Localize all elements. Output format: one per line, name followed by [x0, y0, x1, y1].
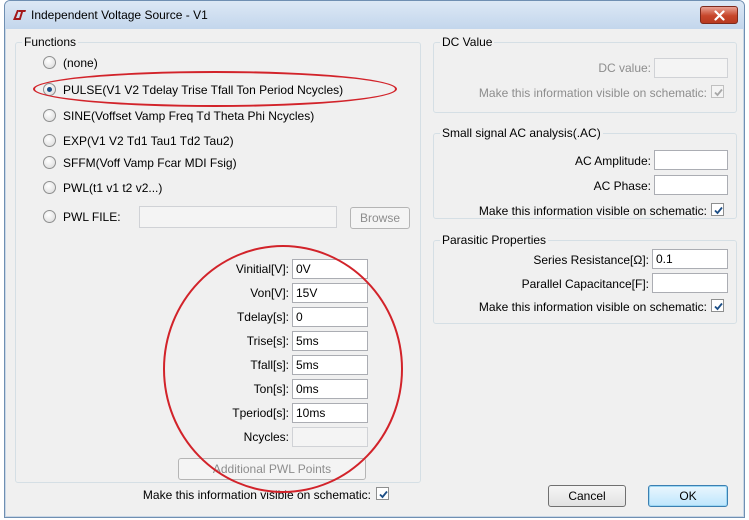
radio-button[interactable] [43, 134, 56, 147]
functions-visible-label: Make this information visible on schemat… [142, 488, 371, 502]
radio-exp[interactable]: EXP(V1 V2 Td1 Tau1 Td2 Tau2) [43, 132, 234, 149]
dialog-body: Functions (none) PULSE(V1 V2 Tdelay Tris… [13, 31, 738, 513]
checkmark-icon [379, 490, 388, 499]
dc-value-legend: DC Value [442, 35, 493, 49]
parasitic-properties-legend: Parasitic Properties [442, 233, 547, 247]
parallel-capacitance-label: Parallel Capacitance[F]: [521, 277, 649, 291]
param-input-tperiod[interactable]: 10ms [292, 403, 368, 423]
radio-button[interactable] [43, 109, 56, 122]
dc-value-label: DC value: [598, 61, 651, 75]
browse-button[interactable]: Browse [350, 207, 410, 229]
param-label-trise: Trise[s]: [246, 334, 289, 348]
radio-sffm[interactable]: SFFM(Voff Vamp Fcar MDI Fsig) [43, 154, 237, 171]
dc-visible-label: Make this information visible on schemat… [478, 86, 707, 100]
radio-pwl[interactable]: PWL(t1 v1 t2 v2...) [43, 179, 162, 196]
ltspice-logo-icon [11, 7, 27, 23]
dc-value-input[interactable] [654, 58, 728, 78]
series-resistance-input[interactable]: 0.1 [652, 249, 728, 269]
param-input-von[interactable]: 15V [292, 283, 368, 303]
pwl-file-input[interactable] [139, 206, 337, 228]
parasitic-visible-label: Make this information visible on schemat… [478, 300, 707, 314]
dialog-window: Independent Voltage Source - V1 Function… [4, 0, 745, 518]
radio-label: (none) [63, 55, 98, 70]
radio-label: EXP(V1 V2 Td1 Tau1 Td2 Tau2) [63, 133, 234, 148]
ac-visible-checkbox[interactable] [711, 203, 724, 216]
radio-button[interactable] [43, 156, 56, 169]
checkmark-icon [714, 302, 723, 311]
radio-button[interactable] [43, 210, 56, 223]
radio-sine[interactable]: SINE(Voffset Vamp Freq Td Theta Phi Ncyc… [43, 107, 314, 124]
param-input-trise[interactable]: 5ms [292, 331, 368, 351]
close-button[interactable] [700, 6, 738, 24]
param-label-von: Von[V]: [250, 286, 289, 300]
ac-analysis-legend: Small signal AC analysis(.AC) [442, 126, 601, 140]
radio-button[interactable] [43, 181, 56, 194]
functions-legend: Functions [24, 35, 77, 49]
parasitic-visible-checkbox[interactable] [711, 299, 724, 312]
ok-button[interactable]: OK [648, 485, 728, 507]
param-input-ton[interactable]: 0ms [292, 379, 368, 399]
ac-visible-label: Make this information visible on schemat… [478, 204, 707, 218]
radio-label: SINE(Voffset Vamp Freq Td Theta Phi Ncyc… [63, 108, 315, 123]
radio-label: PWL FILE: [63, 209, 121, 224]
param-label-vinitial: Vinitial[V]: [235, 262, 289, 276]
param-label-tperiod: Tperiod[s]: [232, 406, 289, 420]
radio-pwl-file[interactable]: PWL FILE: [43, 208, 121, 225]
additional-pwl-points-button[interactable]: Additional PWL Points [178, 458, 366, 480]
parallel-capacitance-input[interactable] [652, 273, 728, 293]
radio-label: PWL(t1 v1 t2 v2...) [63, 180, 163, 195]
title-bar[interactable]: Independent Voltage Source - V1 [5, 1, 744, 29]
param-input-tfall[interactable]: 5ms [292, 355, 368, 375]
param-label-tdelay: Tdelay[s]: [236, 310, 289, 324]
radio-button[interactable] [43, 56, 56, 69]
ac-amplitude-input[interactable] [654, 150, 728, 170]
checkmark-icon [714, 206, 723, 215]
radio-pulse[interactable]: PULSE(V1 V2 Tdelay Trise Tfall Ton Perio… [43, 81, 343, 98]
ac-phase-label: AC Phase: [593, 179, 651, 193]
ac-amplitude-label: AC Amplitude: [574, 154, 651, 168]
window-title: Independent Voltage Source - V1 [31, 8, 208, 22]
radio-label: SFFM(Voff Vamp Fcar MDI Fsig) [63, 155, 237, 170]
cancel-button[interactable]: Cancel [548, 485, 626, 507]
param-input-ncycles[interactable] [292, 427, 368, 447]
functions-visible-checkbox[interactable] [376, 487, 389, 500]
ac-phase-input[interactable] [654, 175, 728, 195]
radio-label: PULSE(V1 V2 Tdelay Trise Tfall Ton Perio… [63, 82, 344, 97]
param-input-vinitial[interactable]: 0V [292, 259, 368, 279]
param-label-ton: Ton[s]: [253, 382, 289, 396]
param-label-tfall: Tfall[s]: [250, 358, 289, 372]
radio-button[interactable] [43, 83, 56, 96]
checkmark-icon [714, 88, 723, 97]
param-label-ncycles: Ncycles: [243, 430, 289, 444]
series-resistance-label: Series Resistance[Ω]: [533, 253, 649, 267]
radio-none[interactable]: (none) [43, 54, 98, 71]
close-icon [714, 10, 725, 21]
dc-visible-checkbox[interactable] [711, 85, 724, 98]
param-input-tdelay[interactable]: 0 [292, 307, 368, 327]
